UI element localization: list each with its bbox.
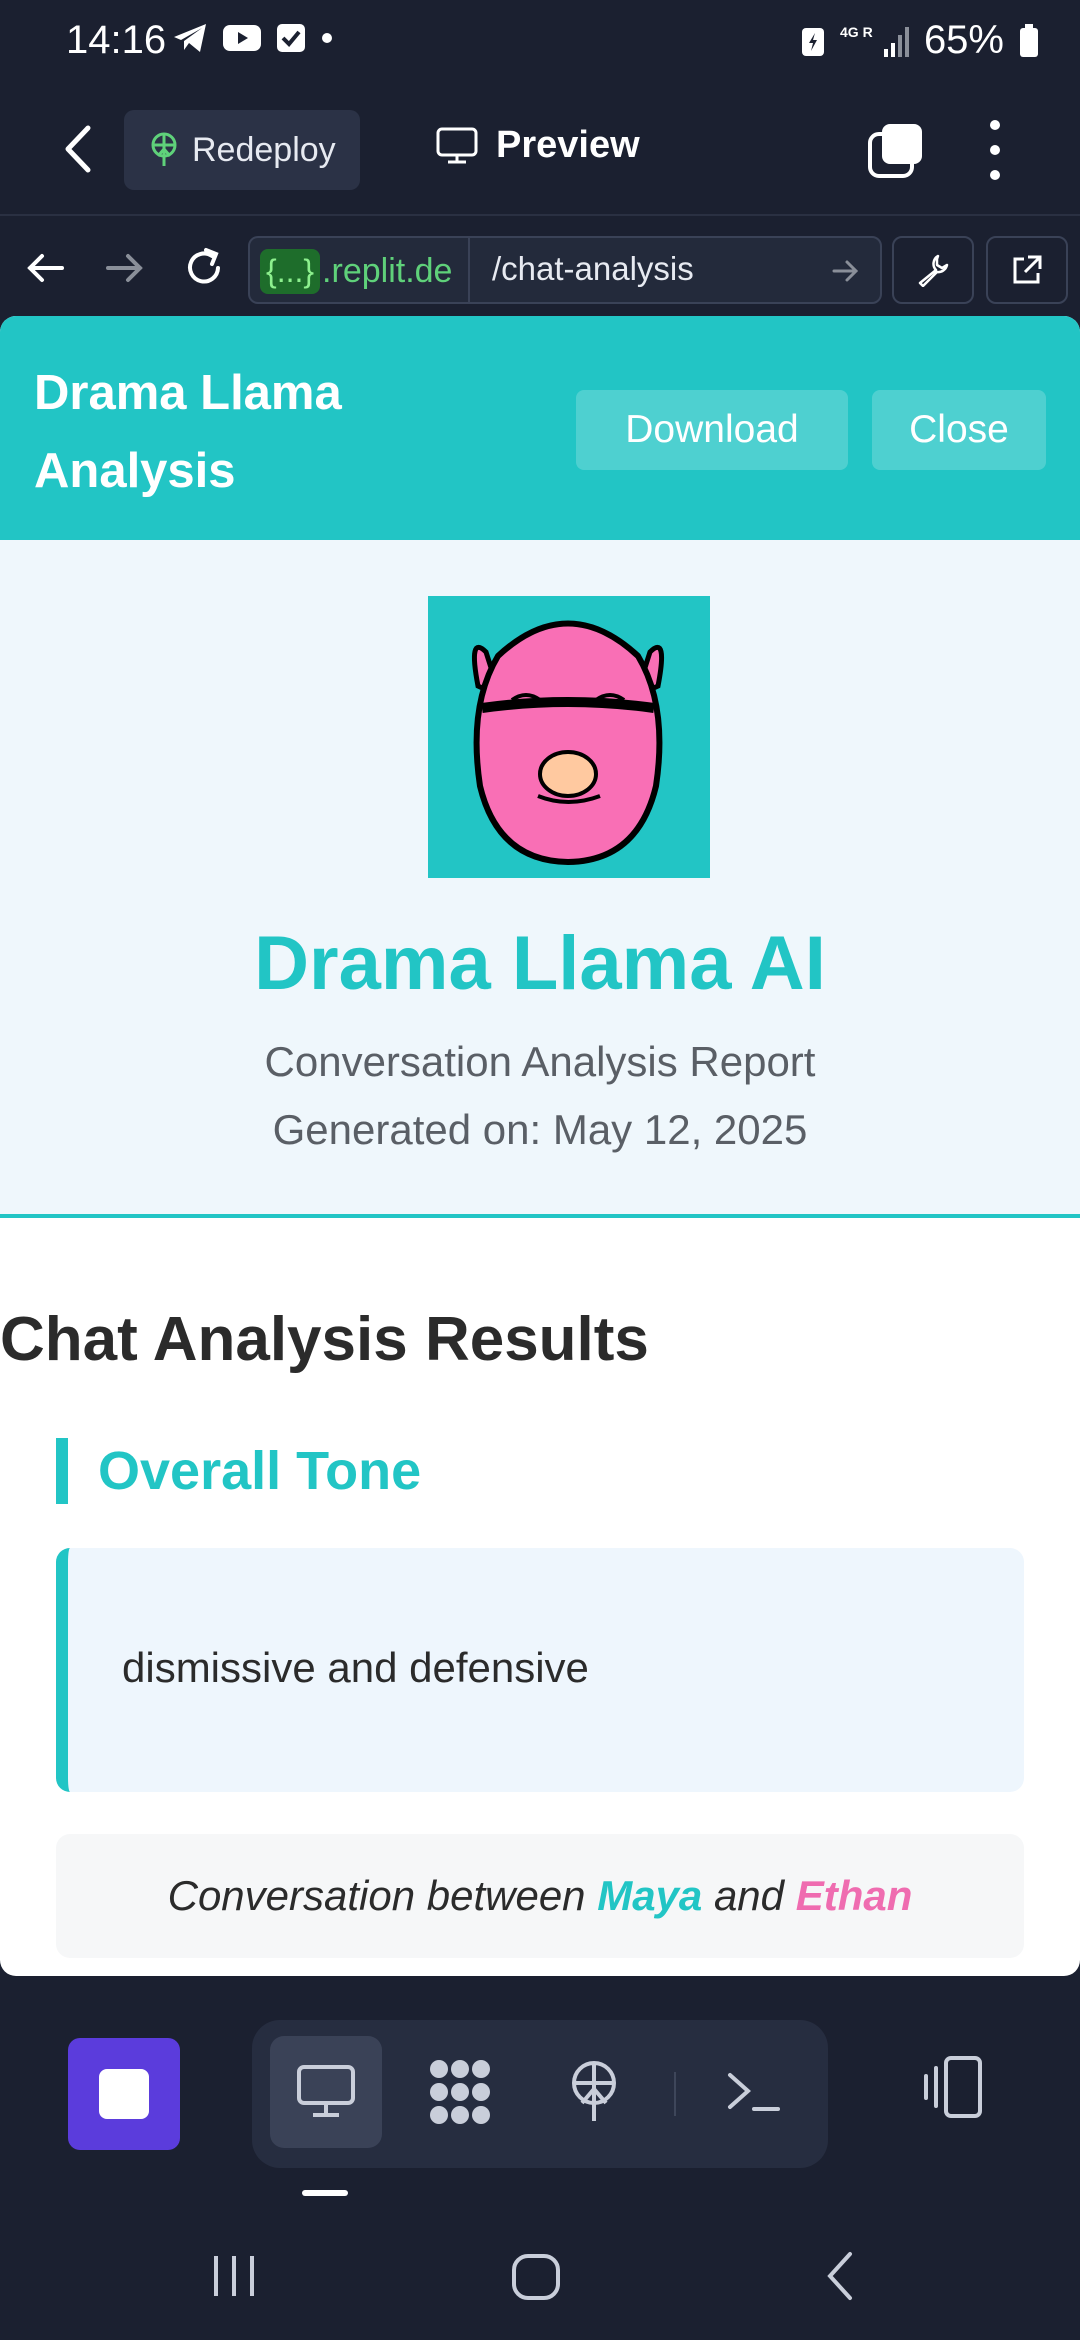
status-bar: 14:16 4G R 65% (0, 0, 1080, 84)
results-title: Chat Analysis Results (0, 1305, 649, 1374)
battery-percent: 65% (923, 18, 1004, 62)
participant-b: Ethan (795, 1872, 913, 1919)
dock-deploy-tab[interactable] (538, 2036, 650, 2148)
apps-grid-icon (430, 2060, 490, 2124)
telegram-icon (174, 24, 206, 52)
open-external-icon (1013, 255, 1042, 284)
url-separator (468, 238, 470, 302)
dock-divider (674, 2072, 676, 2116)
terminal-icon (728, 2073, 780, 2111)
dot-icon (322, 33, 332, 43)
open-external-button[interactable] (986, 236, 1068, 304)
back-icon[interactable] (812, 2246, 872, 2306)
redeploy-button[interactable]: Redeploy (124, 110, 360, 190)
deploy-icon (572, 2061, 616, 2121)
webview: Drama Llama Analysis Download Close Dram… (0, 316, 1080, 1976)
wrench-icon (918, 254, 949, 287)
tone-heading: Overall Tone (56, 1438, 421, 1504)
llama-mascot-icon (471, 620, 665, 866)
tone-card: dismissive and defensive (56, 1548, 1024, 1792)
monitor-icon (436, 127, 478, 163)
battery-saver-icon (801, 27, 824, 56)
notification-icons (172, 22, 334, 54)
participant-a: Maya (597, 1872, 703, 1919)
back-arrow-icon[interactable] (22, 244, 70, 292)
dock-preview-tab[interactable] (270, 2036, 382, 2148)
forward-arrow-icon[interactable] (100, 244, 148, 292)
workspace-toolbar: Redeploy Preview (0, 84, 1080, 214)
url-badge: {...} (260, 248, 321, 294)
browser-bar: {...} .replit.de /chat-analysis (0, 214, 1080, 320)
url-path: /chat-analysis (492, 250, 694, 287)
more-vert-icon[interactable] (980, 120, 1010, 180)
stop-button[interactable] (68, 2038, 180, 2150)
tabs-icon[interactable] (868, 122, 924, 178)
go-arrow-icon[interactable] (830, 256, 860, 286)
report-title: Drama Llama AI (254, 921, 826, 1006)
conversation-prefix: Conversation between (167, 1872, 586, 1919)
redeploy-icon (151, 132, 177, 166)
device-icon[interactable] (916, 2048, 996, 2128)
android-nav-bar (0, 2214, 1080, 2340)
recents-icon[interactable] (204, 2246, 264, 2306)
dock-apps-tab[interactable] (404, 2036, 516, 2148)
tone-value: dismissive and defensive (122, 1644, 589, 1691)
reload-icon[interactable] (180, 244, 228, 292)
download-button[interactable]: Download (576, 390, 848, 470)
workspace-dock (0, 1978, 1080, 2214)
status-time: 14:16 (66, 18, 167, 62)
app-header: Drama Llama Analysis Download Close (0, 316, 1080, 540)
preview-tab[interactable]: Preview (436, 124, 640, 167)
report-date: Generated on: May 12, 2025 (272, 1106, 808, 1153)
conversation-and: and (713, 1872, 785, 1919)
dock-shell-tab[interactable] (698, 2036, 810, 2148)
status-right: 4G R 65% (800, 18, 1040, 63)
checkbox-icon (277, 24, 305, 52)
llama-logo (428, 596, 710, 878)
monitor-icon (297, 2065, 355, 2117)
report-hero: Drama Llama AI Conversation Analysis Rep… (0, 540, 1080, 1218)
conversation-participants: Conversation between Maya and Ethan (56, 1834, 1024, 1958)
preview-label: Preview (496, 124, 640, 166)
home-icon[interactable] (506, 2246, 566, 2306)
redeploy-label: Redeploy (192, 130, 336, 169)
dock-tabs (252, 2020, 828, 2168)
devtools-button[interactable] (892, 236, 974, 304)
close-button[interactable]: Close (872, 390, 1046, 470)
app-title: Drama Llama Analysis (34, 366, 342, 498)
signal-icon: 4G R (840, 24, 909, 57)
report-subtitle: Conversation Analysis Report (264, 1038, 816, 1085)
url-domain-text: .replit.de (322, 251, 453, 290)
youtube-icon (223, 25, 261, 51)
battery-icon (1020, 23, 1038, 57)
stop-icon (99, 2069, 149, 2119)
back-chevron-icon[interactable] (58, 122, 102, 176)
url-bar[interactable]: {...} .replit.de /chat-analysis (248, 236, 882, 304)
svg-text:4G R: 4G R (840, 24, 873, 40)
dock-indicator (302, 2190, 348, 2196)
